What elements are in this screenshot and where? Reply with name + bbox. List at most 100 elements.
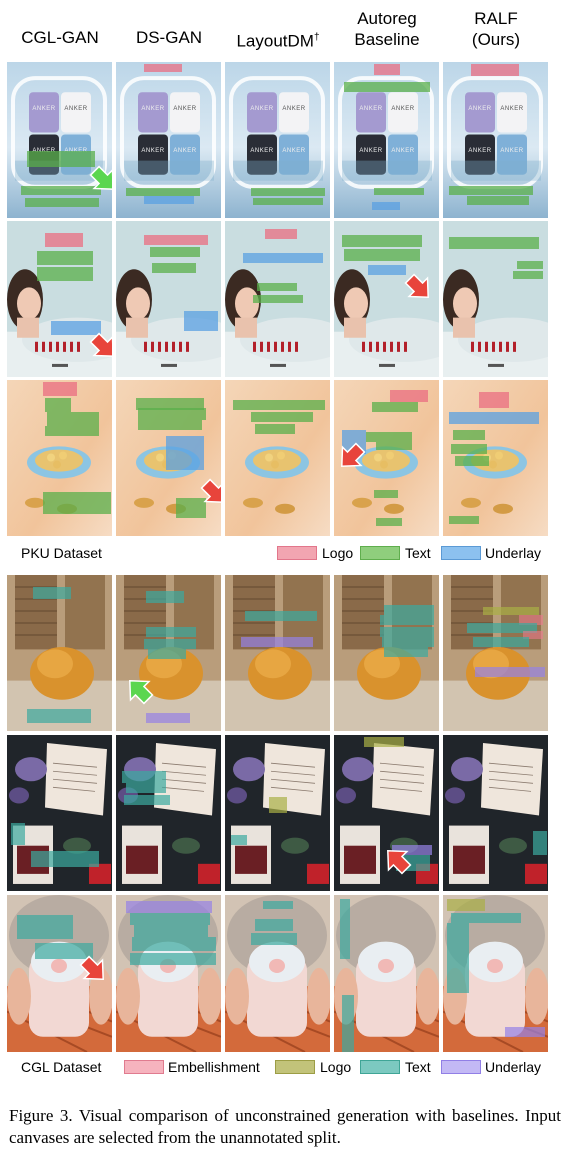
- product-brand-label: ANKER: [64, 106, 88, 112]
- figure-caption: Figure 3. Visual comparison of unconstra…: [9, 1105, 561, 1149]
- layout-element-text-cgl: [130, 913, 210, 925]
- layout-element-logo-pku: [144, 235, 208, 245]
- header-autoreg: Autoreg Baseline: [334, 8, 440, 50]
- pku-row1-ralf-canvas: ANKER ANKER ANKER ANKER: [443, 62, 548, 218]
- layout-element-text-pku: [138, 408, 206, 420]
- layout-element-text-cgl: [27, 709, 91, 723]
- cgl-row2-ralf-canvas: [443, 735, 548, 891]
- pku-row3-autoreg-canvas: [334, 380, 439, 536]
- pku-row1-cgl-gan-canvas: ANKERANKERANKERANKER: [7, 62, 112, 218]
- product-brand-label: ANKER: [32, 106, 56, 112]
- pku-row1-ds-gan-canvas: ANKER ANKER ANKER ANKER: [116, 62, 221, 218]
- product-brand-label: ANKER: [250, 148, 274, 154]
- layout-element-text-pku: [251, 412, 313, 422]
- layout-element-text-cgl: [134, 925, 208, 937]
- layout-element-text-cgl: [130, 953, 216, 965]
- header-autoreg-line1: Autoreg: [357, 9, 417, 28]
- layout-element-under-pku: [243, 253, 323, 263]
- layout-element-text-cgl: [255, 919, 293, 931]
- pku-row-charger: ANKER ANKER ANKER ANKER ANKER ANKER ANKER ANKE…: [0, 62, 568, 218]
- cgl-row3-cgl-gan-canvas: [7, 895, 112, 1052]
- layout-element-text-cgl: [11, 823, 25, 845]
- header-layoutdm-dagger: †: [313, 32, 320, 43]
- layout-element-under-cgl: [241, 637, 313, 647]
- cgl-legend-underlay-swatch: [441, 1060, 481, 1074]
- layout-element-text-pku: [37, 251, 93, 265]
- layout-element-text-pku: [233, 400, 325, 410]
- pku-legend-underlay-swatch: [441, 546, 481, 560]
- layout-element-text-cgl: [384, 605, 434, 615]
- layout-element-text-cgl: [251, 933, 297, 945]
- layout-element-text-pku: [455, 456, 489, 466]
- cgl-legend-logo-label: Logo: [320, 1059, 352, 1075]
- red-arrow-icon: [402, 271, 436, 305]
- cgl-legend-embellishment-swatch: [124, 1060, 164, 1074]
- layout-element-text-pku: [257, 283, 297, 291]
- layout-element-text-pku: [138, 420, 202, 430]
- green-arrow-icon: [122, 673, 156, 707]
- cgl-legend-underlay-label: Underlay: [485, 1059, 542, 1075]
- red-arrow-icon: [77, 953, 111, 987]
- layout-element-text-cgl: [231, 835, 247, 845]
- layout-element-logo-pku: [374, 64, 400, 75]
- pku-row1-autoreg-canvas: ANKER ANKER ANKER ANKER: [334, 62, 439, 218]
- layout-element-text-cgl: [263, 901, 293, 909]
- layout-element-text-pku: [47, 412, 99, 426]
- header-cgl-gan: CGL-GAN: [7, 27, 113, 48]
- layout-element-text-pku: [152, 263, 196, 273]
- pku-legend-underlay-label: Underlay: [485, 545, 542, 561]
- layout-element-logo-pku: [43, 382, 77, 396]
- cgl-dataset-label: CGL Dataset: [21, 1059, 102, 1075]
- cgl-row3-layoutdm-canvas: [225, 895, 330, 1052]
- layout-element-logo-cgl: [364, 737, 404, 747]
- caption-text: Visual comparison of unconstrained gener…: [9, 1106, 561, 1147]
- cgl-row3-ralf-canvas: [443, 895, 548, 1052]
- caption-label: Figure 3.: [9, 1106, 73, 1125]
- pku-row2-ralf-canvas: [443, 221, 548, 377]
- header-ralf-line1: RALF: [474, 9, 518, 28]
- green-arrow-icon: [87, 163, 112, 197]
- pku-legend-text-swatch: [360, 546, 400, 560]
- layout-element-logo-pku: [144, 64, 182, 72]
- layout-element-under-pku: [368, 265, 406, 275]
- pku-row2-ds-gan-canvas: [116, 221, 221, 377]
- layout-element-text-cgl: [533, 831, 547, 855]
- cgl-row1-ralf-canvas: [443, 575, 548, 731]
- pku-row2-cgl-gan-canvas: [7, 221, 112, 377]
- cgl-legend: CGL Dataset Embellishment Logo Text Unde…: [0, 1058, 568, 1078]
- layout-element-under-pku: [144, 196, 194, 204]
- layout-element-text-pku: [253, 295, 303, 303]
- product-brand-label: ANKER: [359, 106, 383, 112]
- cgl-row-beanbag: [0, 575, 568, 731]
- cgl-legend-logo-swatch: [275, 1060, 315, 1074]
- cgl-row2-layoutdm-canvas: [225, 735, 330, 891]
- cgl-legend-embellishment-label: Embellishment: [168, 1059, 260, 1075]
- layout-element-text-pku: [342, 235, 422, 247]
- cgl-row2-cgl-gan-canvas: [7, 735, 112, 891]
- product-brand-label: ANKER: [173, 148, 197, 154]
- header-layoutdm: LayoutDM†: [225, 27, 331, 52]
- layout-element-text-pku: [27, 151, 95, 167]
- layout-element-text-pku: [126, 188, 200, 196]
- layout-element-text-cgl: [451, 913, 521, 923]
- pku-row3-ds-gan-canvas: [116, 380, 221, 536]
- pku-row2-autoreg-canvas: [334, 221, 439, 377]
- product-brand-label: ANKER: [282, 148, 306, 154]
- product-brand-label: ANKER: [250, 106, 274, 112]
- layout-element-text-pku: [449, 186, 533, 195]
- product-brand-label: ANKER: [468, 106, 492, 112]
- layout-element-text-pku: [517, 261, 543, 269]
- product-brand-label: ANKER: [173, 106, 197, 112]
- layout-element-logo-cgl: [447, 899, 485, 911]
- pku-legend-logo-swatch: [277, 546, 317, 560]
- layout-element-under-pku: [184, 311, 218, 331]
- pku-row-portrait: [0, 221, 568, 377]
- cgl-row-humidifier: [0, 895, 568, 1052]
- header-cgl-gan-label: CGL-GAN: [21, 28, 99, 47]
- layout-element-text-cgl: [384, 647, 428, 657]
- layout-element-text-pku: [43, 492, 111, 514]
- cgl-row3-autoreg-canvas: [334, 895, 439, 1052]
- layout-element-text-cgl: [126, 783, 166, 793]
- pku-row3-layoutdm-canvas: [225, 380, 330, 536]
- pku-legend-text-label: Text: [405, 545, 431, 561]
